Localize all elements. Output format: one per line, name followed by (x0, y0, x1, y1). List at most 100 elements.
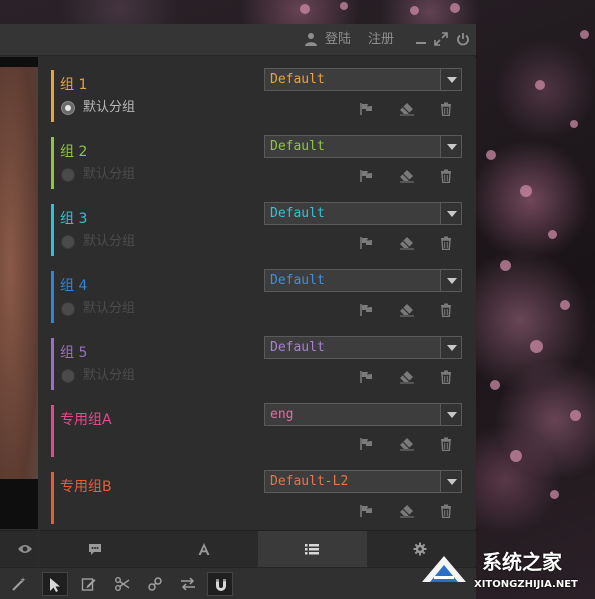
flag-icon[interactable] (359, 504, 375, 518)
group-panel: 组 1 默认分组 Default 组 2 默认分组 Default 组 3 默认分组 Defau… (39, 57, 476, 529)
group-title: 专用组A (60, 412, 112, 428)
flag-icon[interactable] (359, 370, 375, 384)
eraser-icon[interactable] (399, 102, 415, 116)
maximize-icon[interactable] (434, 32, 448, 46)
magnet-tool-button[interactable] (207, 572, 233, 596)
group-color-bar (51, 472, 54, 524)
group-row: 组 4 默认分组 Default (39, 267, 476, 329)
group-color-bar (51, 405, 54, 457)
eraser-icon[interactable] (399, 236, 415, 250)
tab-groups[interactable] (258, 531, 367, 567)
dropdown-arrow-icon[interactable] (440, 203, 461, 224)
user-icon (304, 32, 318, 46)
eraser-icon[interactable] (399, 169, 415, 183)
group-title: 专用组B (60, 479, 112, 495)
flag-icon[interactable] (359, 169, 375, 183)
group-style-select[interactable]: Default-L2 (264, 470, 462, 493)
edit-tool-button[interactable] (76, 572, 102, 596)
trash-icon[interactable] (439, 437, 455, 452)
titlebar: 登陆 注册 (0, 24, 476, 56)
group-style-select[interactable]: Default (264, 269, 462, 292)
group-color-bar (51, 271, 54, 323)
group-style-value: eng (270, 407, 294, 422)
group-style-select[interactable]: eng (264, 403, 462, 426)
dropdown-arrow-icon[interactable] (440, 337, 461, 358)
flag-icon[interactable] (359, 437, 375, 451)
default-group-radio[interactable] (61, 101, 75, 115)
default-group-radio[interactable] (61, 168, 75, 182)
link-icon (148, 577, 162, 591)
login-link[interactable]: 登陆 (325, 31, 351, 49)
flag-icon[interactable] (359, 102, 375, 116)
dropdown-arrow-icon[interactable] (440, 404, 461, 425)
group-style-value: Default (270, 72, 325, 87)
watermark: 系统之家 XITONGZHIJIA.NET (420, 548, 595, 598)
default-group-radio[interactable] (61, 369, 75, 383)
tab-fonts[interactable] (148, 531, 258, 567)
group-row: 专用组A eng (39, 401, 476, 463)
magic-wand-button[interactable] (6, 572, 32, 596)
eraser-icon[interactable] (399, 504, 415, 518)
trash-icon[interactable] (439, 303, 455, 318)
panel-tabs (39, 530, 476, 567)
swap-tool-button[interactable] (175, 572, 201, 596)
scissors-icon (115, 577, 130, 591)
group-style-select[interactable]: Default (264, 336, 462, 359)
magic-wand-icon (12, 577, 26, 591)
cursor-icon (50, 578, 60, 592)
group-style-value: Default (270, 206, 325, 221)
group-row: 专用组B Default-L2 (39, 468, 476, 530)
link-tool-button[interactable] (142, 572, 168, 596)
magnet-icon (216, 579, 226, 591)
default-group-label: 默认分组 (83, 301, 136, 316)
trash-icon[interactable] (439, 370, 455, 385)
group-title: 组 2 (60, 144, 88, 160)
eraser-icon[interactable] (399, 370, 415, 384)
group-color-bar (51, 338, 54, 390)
group-color-bar (51, 70, 54, 122)
group-row: 组 3 默认分组 Default (39, 200, 476, 262)
cut-tool-button[interactable] (109, 572, 135, 596)
group-title: 组 1 (60, 77, 88, 93)
edit-icon (81, 578, 96, 591)
flag-icon[interactable] (359, 236, 375, 250)
select-tool-button[interactable] (42, 572, 68, 596)
default-group-radio[interactable] (61, 302, 75, 316)
group-style-select[interactable]: Default (264, 202, 462, 225)
group-color-bar (51, 137, 54, 189)
flag-icon[interactable] (359, 303, 375, 317)
dropdown-arrow-icon[interactable] (440, 69, 461, 90)
edit-toolbar (0, 567, 476, 599)
group-row: 组 2 默认分组 Default (39, 133, 476, 195)
watermark-title: 系统之家 (482, 550, 562, 574)
eraser-icon[interactable] (399, 437, 415, 451)
video-preview (0, 57, 38, 529)
default-group-label: 默认分组 (83, 100, 136, 115)
dropdown-arrow-icon[interactable] (440, 471, 461, 492)
eraser-icon[interactable] (399, 303, 415, 317)
watermark-url: XITONGZHIJIA.NET (474, 579, 578, 590)
trash-icon[interactable] (439, 236, 455, 251)
group-style-value: Default (270, 340, 325, 355)
app-window: 登陆 注册 组 1 默认分组 Default 组 2 默认分组 Default 组 3 默认分… (0, 24, 476, 599)
minimize-icon[interactable] (414, 32, 428, 46)
trash-icon[interactable] (439, 169, 455, 184)
swap-icon (181, 577, 195, 591)
power-icon[interactable] (456, 32, 470, 46)
trash-icon[interactable] (439, 102, 455, 117)
dropdown-arrow-icon[interactable] (440, 136, 461, 157)
group-row: 组 5 默认分组 Default (39, 334, 476, 396)
watermark-logo (422, 556, 466, 582)
group-title: 组 5 (60, 345, 88, 361)
visibility-toggle[interactable] (0, 530, 38, 566)
group-style-value: Default (270, 273, 325, 288)
chat-bubble-icon (89, 544, 101, 555)
tab-subtitles[interactable] (39, 531, 148, 567)
group-row: 组 1 默认分组 Default (39, 66, 476, 128)
group-style-select[interactable]: Default (264, 68, 462, 91)
default-group-radio[interactable] (61, 235, 75, 249)
group-style-select[interactable]: Default (264, 135, 462, 158)
dropdown-arrow-icon[interactable] (440, 270, 461, 291)
trash-icon[interactable] (439, 504, 455, 519)
register-link[interactable]: 注册 (368, 31, 394, 49)
